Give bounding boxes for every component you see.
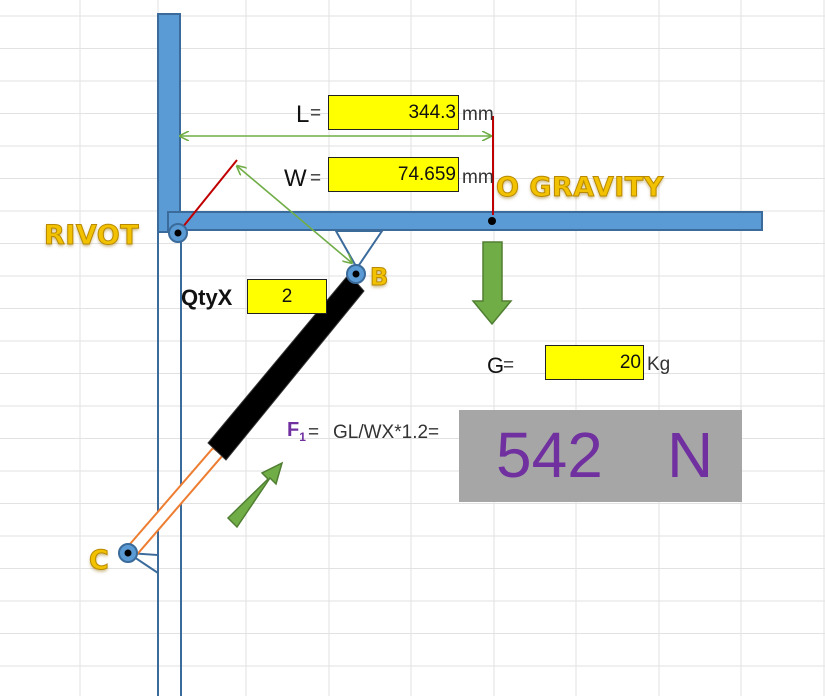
label-point-b: B xyxy=(370,263,389,292)
label-f1-subscript: 1 xyxy=(299,430,306,444)
formula-text: GL/WX*1.2= xyxy=(333,422,440,443)
label-gravity: O GRAVITY xyxy=(496,172,664,204)
input-qty[interactable]: 2 xyxy=(247,279,327,314)
label-qty: QtyX xyxy=(181,285,233,310)
label-w-equals: = xyxy=(310,168,322,189)
label-point-c: C xyxy=(88,545,110,577)
unit-g: Kg xyxy=(647,354,671,375)
gravity-point xyxy=(488,217,496,225)
input-g[interactable]: 20 xyxy=(545,345,644,380)
unit-w: mm xyxy=(462,167,494,188)
input-w[interactable]: 74.659 xyxy=(328,157,459,192)
gravity-force-arrow xyxy=(471,241,513,326)
horizontal-beam xyxy=(167,211,763,231)
label-l: L xyxy=(296,101,310,128)
label-f1-main: F xyxy=(287,419,300,441)
cylinder-force-arrow xyxy=(226,461,284,529)
label-f1: F1 xyxy=(287,419,306,444)
unit-l: mm xyxy=(462,104,494,125)
piston-rod xyxy=(122,446,225,560)
result-value: 542 xyxy=(496,419,603,491)
label-f1-equals: = xyxy=(308,422,320,443)
input-l[interactable]: 344.3 xyxy=(328,95,459,130)
label-g: G xyxy=(487,353,505,378)
vertical-post xyxy=(157,13,181,233)
result-unit: N xyxy=(667,419,714,491)
label-g-equals: = xyxy=(503,355,515,376)
label-l-equals: = xyxy=(310,103,322,124)
label-w: W xyxy=(284,165,307,192)
label-rivot: RIVOT xyxy=(43,220,140,252)
